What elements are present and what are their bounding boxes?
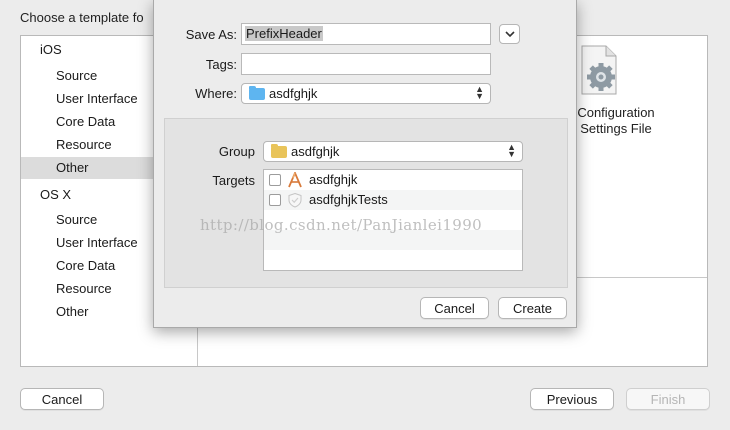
save-sheet: Save As: PrefixHeader Tags: Where: asdfg… [153, 0, 577, 328]
expand-dialog-button[interactable] [499, 24, 520, 44]
previous-button[interactable]: Previous [530, 388, 614, 410]
group-popup[interactable]: asdfghjk ▲ ▼ [263, 141, 523, 162]
category-header-osx: OS X [40, 187, 72, 202]
updown-arrows-icon: ▲ ▼ [507, 142, 516, 159]
chevron-down-icon [505, 31, 515, 38]
group-label: Group [218, 144, 255, 159]
test-target-icon [288, 192, 302, 208]
tags-label: Tags: [205, 57, 237, 72]
chooser-cancel-button[interactable]: Cancel [20, 388, 104, 410]
watermark-text: http://blog.csdn.net/PanJianlei1990 [200, 216, 483, 234]
blue-folder-icon [249, 86, 265, 100]
where-popup[interactable]: asdfghjk ▲ ▼ [241, 83, 491, 104]
targets-label: Targets [212, 173, 255, 188]
yellow-folder-icon [271, 144, 287, 158]
tags-field[interactable] [241, 53, 491, 75]
where-label: Where: [195, 86, 237, 101]
save-as-value: PrefixHeader [245, 26, 323, 41]
target-row[interactable]: asdfghjk [264, 170, 522, 190]
sheet-cancel-button[interactable]: Cancel [420, 297, 489, 319]
target-name: asdfghjk [309, 172, 358, 187]
target-checkbox[interactable] [269, 174, 281, 186]
gear-document-icon[interactable] [576, 44, 620, 96]
target-name: asdfghjkTests [309, 192, 388, 207]
target-row[interactable]: asdfghjkTests [264, 190, 522, 210]
save-as-field[interactable]: PrefixHeader [241, 23, 491, 45]
save-as-label: Save As: [185, 27, 237, 42]
where-value: asdfghjk [269, 86, 318, 101]
chooser-title: Choose a template fo [20, 10, 144, 25]
updown-arrows-icon: ▲ ▼ [475, 84, 484, 101]
group-value: asdfghjk [291, 144, 340, 159]
app-target-icon [288, 172, 302, 188]
finish-button[interactable]: Finish [626, 388, 710, 410]
category-header-ios: iOS [40, 42, 62, 57]
target-checkbox[interactable] [269, 194, 281, 206]
create-button[interactable]: Create [498, 297, 567, 319]
